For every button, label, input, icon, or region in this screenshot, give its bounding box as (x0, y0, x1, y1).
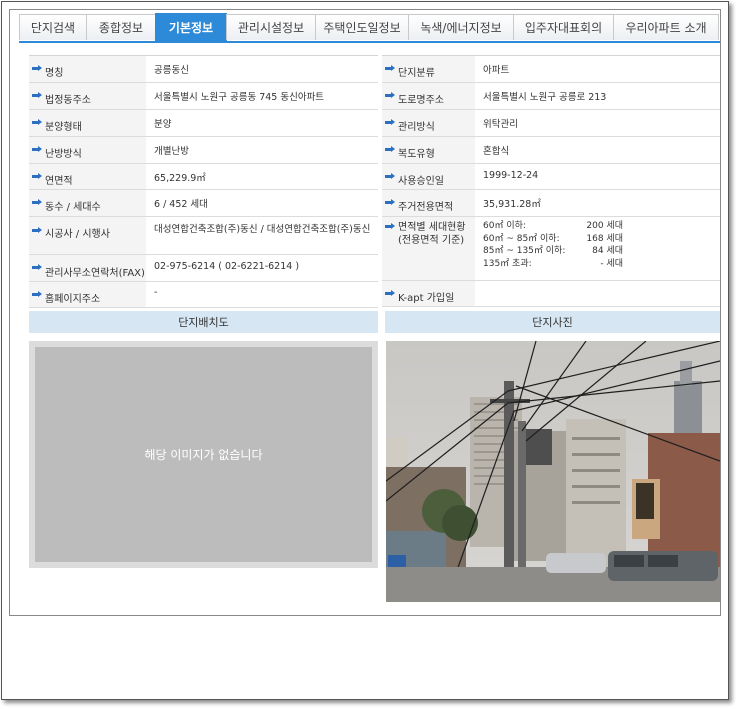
tab-delivery-date[interactable]: 주택인도일정보 (315, 14, 409, 40)
tab-underline (19, 41, 720, 43)
info-row: 단지분류 아파트 (382, 56, 720, 83)
info-row: 난방방식 개별난방 (29, 137, 378, 164)
info-row: 연면적 65,229.9㎡ (29, 164, 378, 190)
info-row: 분양형태 분양 (29, 110, 378, 137)
bullet-icon (32, 172, 42, 179)
bullet-icon (32, 146, 42, 152)
info-label: 동수 / 세대수 (29, 190, 146, 216)
basic-info-left-table: 명칭 공릉동신 법정동주소 서울특별시 노원구 공릉동 745 동신아파트 분양… (29, 55, 378, 308)
info-value: 65,229.9㎡ (154, 173, 206, 184)
complex-photo[interactable] (386, 341, 720, 602)
info-value (475, 281, 720, 306)
info-row: K-apt 가입일 (382, 281, 720, 307)
area-count: 200 세대 (586, 221, 623, 231)
bullet-icon (32, 65, 42, 71)
info-row: 주거전용면적 35,931.28㎡ (382, 190, 720, 217)
area-range: 60㎡ 이하: (483, 221, 526, 231)
tab-residents-council[interactable]: 입주자대표회의 (513, 14, 614, 40)
bullet-icon (385, 92, 395, 98)
bullet-icon (385, 65, 395, 71)
bullet-icon (32, 227, 42, 233)
info-label: 시공사 / 시행사 (29, 217, 146, 254)
tab-overview[interactable]: 종합정보 (86, 14, 156, 40)
area-count: 84 세대 (592, 246, 623, 256)
info-label: 관리사무소연락처(FAX) (29, 255, 146, 281)
area-breakdown-table: 60㎡ 이하: 200 세대 60㎡ ~ 85㎡ 이하: 168 세대 85㎡ ~ … (475, 217, 720, 280)
info-value: 아파트 (483, 65, 510, 76)
bullet-icon (32, 264, 42, 270)
bullet-icon (385, 146, 395, 152)
area-range: 60㎡ ~ 85㎡ 이하: (483, 233, 560, 244)
bullet-icon (385, 223, 395, 229)
bullet-icon (32, 199, 42, 205)
info-label: 연면적 (29, 164, 146, 189)
bullet-icon (385, 199, 395, 205)
tab-facilities[interactable]: 관리시설정보 (226, 14, 316, 40)
info-row: 홈페이지주소 - (29, 282, 378, 308)
info-value: 위탁관리 (483, 119, 518, 130)
info-value: 대성연합건축조합(주)동신 / 대성연합건축조합(주)동신 (154, 224, 371, 235)
bullet-icon (32, 92, 42, 98)
no-image-message: 해당 이미지가 없습니다 (35, 347, 372, 562)
info-value: 서울특별시 노원구 공릉로 213 (483, 92, 607, 103)
info-label: 명칭 (29, 56, 146, 82)
info-label: 난방방식 (29, 137, 146, 163)
info-label: 복도유형 (382, 137, 475, 163)
info-label: 법정동주소 (29, 83, 146, 109)
bullet-icon (32, 119, 42, 125)
info-label: 도로명주소 (382, 83, 475, 109)
area-count: - 세대 (600, 258, 623, 269)
tab-green-energy[interactable]: 녹색/에너지정보 (408, 14, 514, 40)
info-row: 관리사무소연락처(FAX) 02-975-6214 ( 02-6221-6214… (29, 255, 378, 282)
info-value: 서울특별시 노원구 공릉동 745 동신아파트 (154, 92, 325, 103)
bullet-icon (385, 172, 395, 179)
info-value: 35,931.28㎡ (483, 199, 541, 210)
info-row-area-breakdown: 면적별 세대현황 (전용면적 기준) 60㎡ 이하: 200 세대 60㎡ ~ 85… (382, 217, 720, 281)
info-row: 동수 / 세대수 6 / 452 세대 (29, 190, 378, 217)
info-value: 02-975-6214 ( 02-6221-6214 ) (154, 261, 300, 272)
bullet-icon (32, 290, 42, 297)
info-label: 분양형태 (29, 110, 146, 136)
info-label: K-apt 가입일 (382, 281, 475, 306)
bullet-icon (385, 119, 395, 125)
info-value: - (154, 287, 158, 298)
info-row: 사용승인일 1999-12-24 (382, 164, 720, 190)
layout-map-header: 단지배치도 (29, 311, 378, 333)
info-value: 분양 (154, 119, 172, 130)
tab-basic-info[interactable]: 기본정보 (155, 13, 227, 41)
tab-bar: 단지검색 종합정보 기본정보 관리시설정보 주택인도일정보 녹색/에너지정보 입… (19, 13, 719, 42)
layout-map-placeholder: 해당 이미지가 없습니다 (29, 341, 378, 568)
info-row: 복도유형 혼합식 (382, 137, 720, 164)
info-label: 관리방식 (382, 110, 475, 136)
info-label: 사용승인일 (382, 164, 475, 189)
basic-info-right-table: 단지분류 아파트 도로명주소 서울특별시 노원구 공릉로 213 관리방식 위탁… (382, 55, 720, 307)
info-label: 홈페이지주소 (29, 282, 146, 307)
area-range: 85㎡ ~ 135㎡ 이하: (483, 246, 566, 256)
info-row: 명칭 공릉동신 (29, 56, 378, 83)
info-label: 주거전용면적 (382, 190, 475, 216)
bullet-icon (385, 289, 395, 296)
tab-complex-search[interactable]: 단지검색 (19, 14, 87, 40)
tab-our-apartment[interactable]: 우리아파트 소개 (613, 14, 719, 40)
info-value: 혼합식 (483, 146, 510, 157)
area-count: 168 세대 (586, 233, 623, 244)
info-row: 시공사 / 시행사 대성연합건축조합(주)동신 / 대성연합건축조합(주)동신 (29, 217, 378, 255)
info-value: 6 / 452 세대 (154, 199, 208, 210)
photo-header: 단지사진 (385, 311, 720, 333)
info-row: 도로명주소 서울특별시 노원구 공릉로 213 (382, 83, 720, 110)
info-value: 1999-12-24 (483, 170, 539, 181)
info-label: 면적별 세대현황 (전용면적 기준) (382, 217, 475, 280)
area-range: 135㎡ 초과: (483, 258, 532, 269)
info-value: 개별난방 (154, 146, 189, 157)
info-row: 관리방식 위탁관리 (382, 110, 720, 137)
info-row: 법정동주소 서울특별시 노원구 공릉동 745 동신아파트 (29, 83, 378, 110)
info-label: 단지분류 (382, 56, 475, 82)
info-value: 공릉동신 (154, 65, 189, 76)
